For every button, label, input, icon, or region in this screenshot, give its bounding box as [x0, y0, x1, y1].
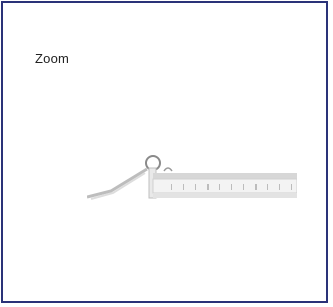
profile-clip-product-photo-icon[interactable] — [87, 147, 297, 211]
zoom-panel: Zoom — [1, 1, 328, 303]
zoom-label: Zoom — [35, 51, 70, 66]
